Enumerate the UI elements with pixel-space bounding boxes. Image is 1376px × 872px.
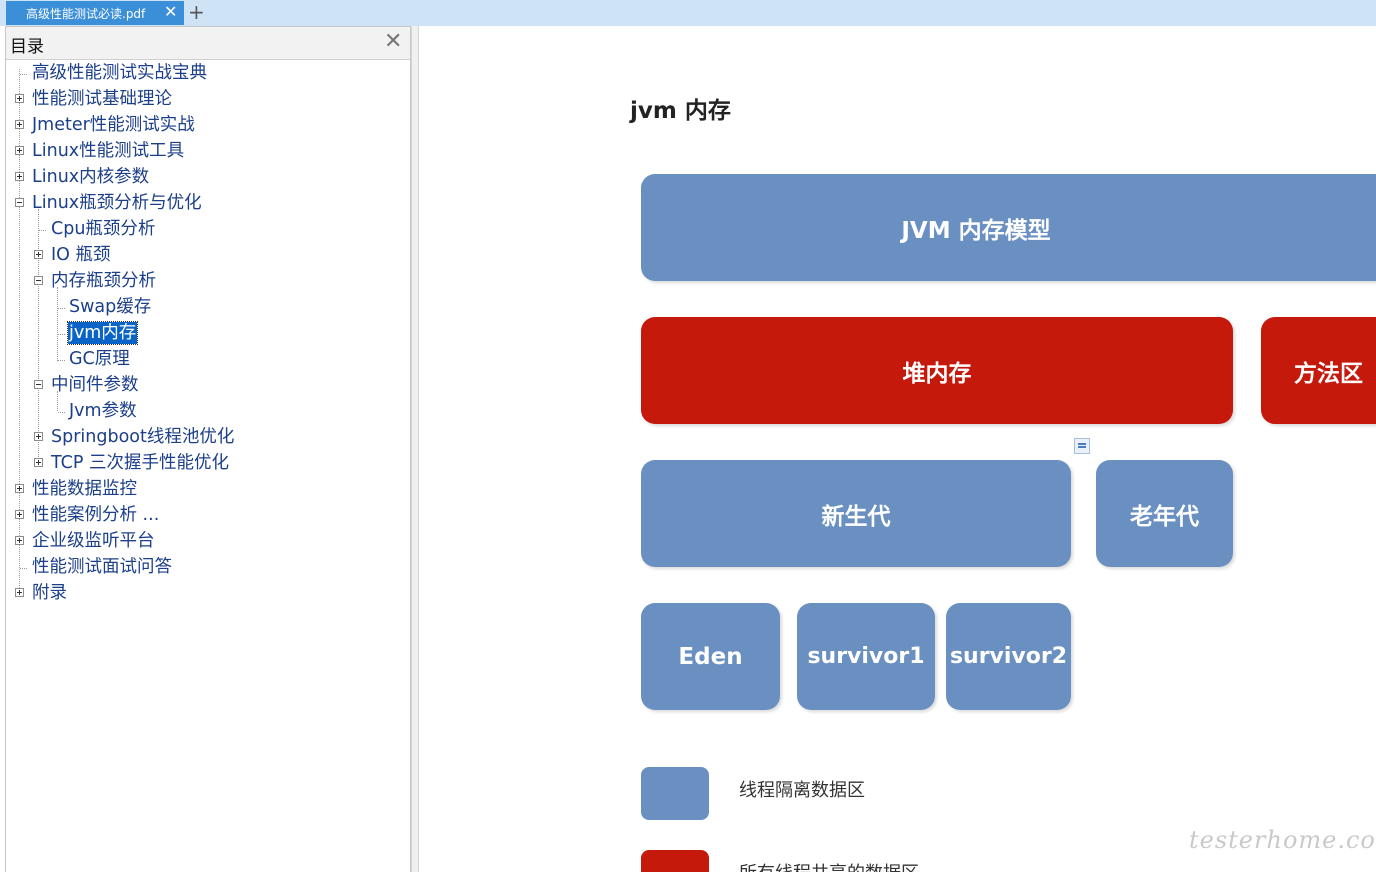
survivor2-label: survivor2 [949,644,1068,669]
survivor1-box: survivor1 [797,603,935,710]
toc-item-label: Springboot线程池优化 [51,427,235,447]
watermark: testerhome.com [1189,826,1376,854]
tree-connector [39,230,46,231]
toc-tree: 高级性能测试实战宝典 性能测试基础理论 Jmeter性能测试实战 Linux性能… [6,27,410,627]
old-gen-box: 老年代 [1096,460,1233,567]
page-heading: jvm 内存 [630,98,731,124]
young-gen-box: 新生代 [641,460,1071,567]
toc-item-label: TCP 三次握手性能优化 [51,453,229,473]
collapse-icon[interactable] [34,276,43,285]
toc-item-label: Linux内核参数 [32,167,150,187]
toc-item-label: 高级性能测试实战宝典 [32,63,207,83]
tab-bar: 高级性能测试必读.pdf ✕ + [0,0,1376,26]
annotation-icon[interactable] [1074,438,1090,454]
expand-icon[interactable] [15,510,24,519]
toc-item-label: 企业级监听平台 [32,531,155,551]
heap-box: 堆内存 [641,317,1233,424]
toc-item-label: Jvm参数 [69,401,137,421]
eden-label: Eden [678,643,743,670]
new-tab-icon[interactable]: + [188,0,205,24]
expand-icon[interactable] [15,172,24,181]
panel-splitter[interactable] [411,26,419,872]
tree-connector [58,308,65,309]
old-gen-label: 老年代 [1130,503,1199,530]
expand-icon[interactable] [34,458,43,467]
tab-title: 高级性能测试必读.pdf [26,7,146,21]
tree-guide-line [57,287,58,361]
expand-icon[interactable] [15,120,24,129]
survivor2-box: survivor2 [946,603,1071,710]
tree-guide-line [38,209,39,467]
tree-connector [58,360,65,361]
tree-connector [20,74,27,75]
toc-item-label: 中间件参数 [51,375,139,395]
legend-swatch-blue [641,767,709,820]
toc-item-label: Linux瓶颈分析与优化 [32,193,202,213]
eden-box: Eden [641,603,780,710]
survivor1-label: survivor1 [807,644,925,669]
expand-icon[interactable] [15,484,24,493]
tab-close-icon[interactable]: ✕ [164,2,177,21]
toc-item-label: 性能案例分析 ... [32,505,160,525]
expand-icon[interactable] [34,250,43,259]
toc-item-label: Swap缓存 [69,297,152,317]
legend-swatch-red [641,850,709,872]
jvm-model-box: JVM 内存模型 [641,174,1376,281]
heap-label: 堆内存 [902,360,972,387]
legend-text-shared: 所有线程共享的数据区 [739,859,919,872]
method-area-label: 方法区 [1294,360,1363,387]
toc-item-label: 性能测试面试问答 [32,557,172,577]
toc-sidebar: 目录 ✕ 高级性能测试实战宝典 性能测试基础理论 Jmeter性能测试实战 Li… [5,26,411,872]
expand-icon[interactable] [15,588,24,597]
toc-item-label: Jmeter性能测试实战 [32,115,195,135]
legend-text-isolated: 线程隔离数据区 [739,780,865,801]
tree-connector [58,334,65,335]
tab-pdf-document[interactable]: 高级性能测试必读.pdf ✕ [6,1,184,25]
toc-item-label: 性能数据监控 [32,479,137,499]
expand-icon[interactable] [15,94,24,103]
toc-item-label: IO 瓶颈 [51,245,111,265]
collapse-icon[interactable] [15,198,24,207]
toc-item-label: jvm内存 [66,321,139,345]
young-gen-label: 新生代 [821,503,891,530]
toc-item-label: GC原理 [69,349,130,369]
toc-item-label: 性能测试基础理论 [32,89,172,109]
toc-item-label: 附录 [32,583,67,603]
toc-item-label: Cpu瓶颈分析 [51,219,156,239]
collapse-icon[interactable] [34,380,43,389]
jvm-model-label: JVM 内存模型 [901,217,1051,244]
expand-icon[interactable] [15,146,24,155]
method-area-box: 方法区 [1261,317,1376,424]
toc-item-label: Linux性能测试工具 [32,141,185,161]
expand-icon[interactable] [34,432,43,441]
document-view[interactable]: jvm 内存 JVM 内存模型 堆内存 方法区 新生代 老年代 Eden sur… [419,26,1376,872]
tree-connector [58,412,65,413]
tree-connector [20,568,27,569]
expand-icon[interactable] [15,536,24,545]
toc-item-label: 内存瓶颈分析 [51,271,156,291]
